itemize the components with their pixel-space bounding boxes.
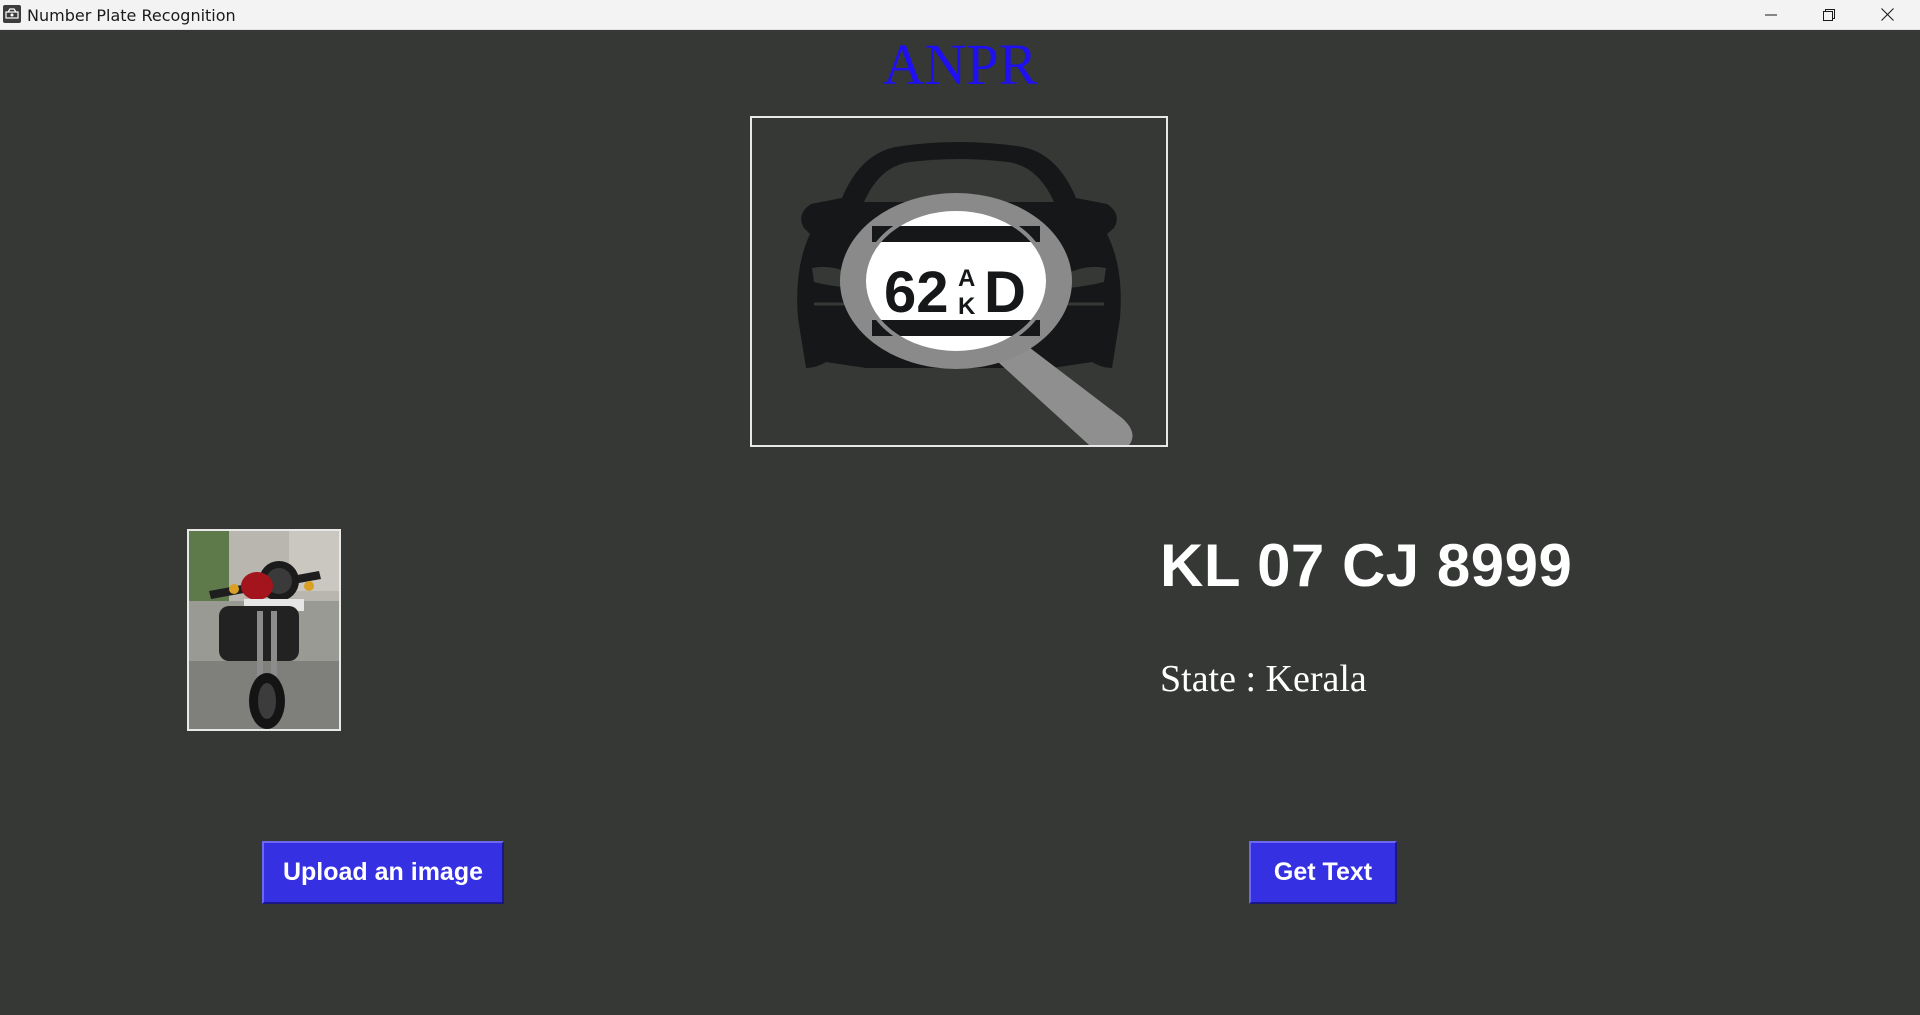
recognized-plate-text: KL 07 CJ 8999 — [1160, 532, 1573, 599]
minimize-button[interactable] — [1742, 0, 1800, 29]
anpr-logo-image: 62 A K D — [750, 116, 1168, 454]
plate-small-bottom: K — [958, 293, 976, 320]
get-text-button[interactable]: Get Text — [1249, 841, 1397, 904]
minimize-icon — [1765, 14, 1777, 15]
close-button[interactable] — [1858, 0, 1916, 29]
plate-small-top: A — [958, 265, 976, 292]
recognized-state-text: State : Kerala — [1160, 658, 1367, 700]
motorcycle-photo-icon — [189, 531, 339, 729]
restore-icon — [1823, 8, 1835, 21]
title-bar: Number Plate Recognition — [0, 0, 1920, 30]
window-title: Number Plate Recognition — [27, 6, 236, 25]
plate-text-group: 62 A K D — [884, 258, 1034, 328]
close-icon — [1880, 8, 1894, 21]
uploaded-image-preview — [187, 529, 341, 731]
plate-main-digits: 62 — [884, 260, 949, 325]
maximize-button[interactable] — [1800, 0, 1858, 29]
plate-end-letter: D — [984, 260, 1026, 325]
page-title: ANPR — [882, 32, 1038, 97]
app-icon — [3, 5, 21, 23]
upload-image-button[interactable]: Upload an image — [262, 841, 504, 904]
